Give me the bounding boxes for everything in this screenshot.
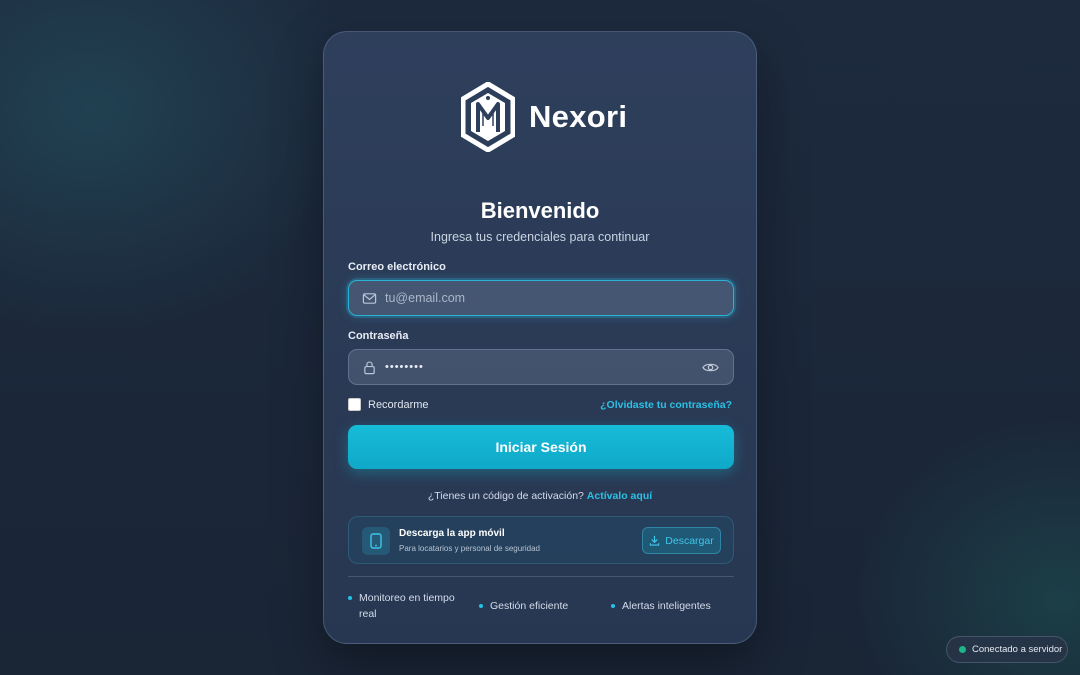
mail-icon bbox=[362, 293, 377, 304]
feature-label: Monitoreo en tiempo real bbox=[359, 592, 455, 620]
email-input[interactable] bbox=[385, 281, 695, 315]
nexori-logo-icon bbox=[461, 82, 515, 152]
brand-logo: Nexori bbox=[461, 82, 627, 152]
feature-item: Gestión eficiente bbox=[479, 598, 569, 614]
smartphone-icon bbox=[362, 527, 390, 555]
status-dot-icon bbox=[959, 646, 966, 653]
bullet-dot-icon bbox=[348, 596, 352, 600]
page-title: Bienvenido bbox=[480, 198, 600, 223]
bullet-dot-icon bbox=[611, 604, 615, 608]
remember-checkbox[interactable] bbox=[348, 398, 361, 411]
brand-name: Nexori bbox=[529, 99, 628, 134]
app-promo-title: Descarga la app móvil bbox=[399, 528, 505, 539]
show-password-icon[interactable] bbox=[702, 360, 719, 375]
app-promo-subtitle: Para locatarios y personal de seguridad bbox=[399, 544, 540, 553]
divider bbox=[348, 576, 734, 577]
login-button[interactable]: Iniciar Sesión bbox=[348, 425, 734, 469]
password-label: Contraseña bbox=[348, 330, 409, 342]
connection-status-badge: Conectado a servidor bbox=[946, 636, 1068, 663]
download-icon bbox=[650, 535, 660, 546]
forgot-password-link[interactable]: ¿Olvidaste tu contraseña? bbox=[600, 399, 732, 411]
page-subtitle: Ingresa tus credenciales para continuar bbox=[430, 230, 650, 244]
activation-prompt: ¿Tienes un código de activación? Actíval… bbox=[324, 490, 756, 502]
email-label: Correo electrónico bbox=[348, 261, 446, 273]
app-download-banner: Descarga la app móvil Para locatarios y … bbox=[348, 516, 734, 564]
password-input[interactable] bbox=[385, 350, 695, 384]
email-field-container bbox=[348, 280, 734, 316]
download-button-label: Descargar bbox=[665, 534, 714, 547]
status-text: Conectado a servidor bbox=[972, 644, 1063, 655]
remember-me[interactable]: Recordarme bbox=[348, 398, 429, 411]
download-app-button[interactable]: Descargar bbox=[642, 527, 721, 554]
feature-item: Monitoreo en tiempo real bbox=[348, 590, 469, 622]
activation-question: ¿Tienes un código de activación? bbox=[427, 490, 584, 502]
feature-item: Alertas inteligentes bbox=[611, 598, 711, 614]
remember-label: Recordarme bbox=[368, 398, 429, 411]
activation-link[interactable]: Actívalo aquí bbox=[587, 490, 652, 502]
bullet-dot-icon bbox=[479, 604, 483, 608]
feature-label: Gestión eficiente bbox=[490, 600, 569, 612]
feature-label: Alertas inteligentes bbox=[622, 600, 711, 612]
password-field-container bbox=[348, 349, 734, 385]
login-card: Nexori Bienvenido Ingresa tus credencial… bbox=[323, 31, 757, 644]
lock-icon bbox=[364, 361, 375, 375]
